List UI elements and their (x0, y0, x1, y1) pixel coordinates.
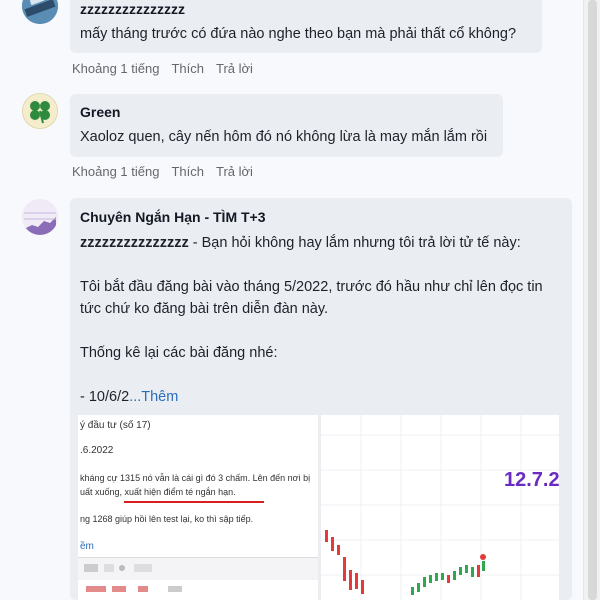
candle-red (349, 570, 352, 590)
candle-green (465, 565, 468, 573)
image-text: kháng cự 1315 nó vẫn là cái gì đó 3 chấm… (80, 473, 311, 483)
price-marker (480, 554, 486, 560)
image-text: ng 1268 giúp hồi lên test lại, ko thì sậ… (80, 514, 254, 524)
comment-text: Xaoloz quen, cây nến hôm đó nó không lừa… (80, 129, 488, 145)
post-text: - Bạn hỏi không hay lắm nhưng tôi trả lờ… (188, 235, 521, 251)
candle-red (337, 545, 340, 555)
comment-time: Khoảng 1 tiếng (72, 61, 160, 76)
mini-stats-row (78, 581, 318, 599)
candle-red (325, 530, 328, 542)
comment-actions: Khoảng 1 tiếng Thích Trả lời (72, 164, 265, 179)
candle-green (417, 583, 420, 592)
avatar-comment-3[interactable] (22, 199, 58, 235)
candle-red (361, 580, 364, 594)
candle-red (343, 557, 346, 581)
mentioned-user[interactable]: zzzzzzzzzzzzzzz (80, 235, 189, 251)
post-line-2: Tôi bắt đầu đăng bài vào tháng 5/2022, t… (80, 279, 543, 295)
avatar-comment-1[interactable] (22, 0, 58, 24)
candle-green (435, 573, 438, 581)
mini-toolbar (78, 557, 318, 580)
candle-green (429, 575, 432, 583)
reply-button[interactable]: Trả lời (216, 164, 253, 179)
scrollbar-thumb[interactable] (588, 0, 597, 600)
red-underline (124, 501, 264, 503)
candle-green (441, 573, 444, 580)
candle-red (447, 575, 450, 583)
mini-stats (86, 586, 182, 592)
image-link: ềm (80, 541, 94, 552)
candle-red (331, 537, 334, 551)
candle-green (471, 567, 474, 577)
comment-actions: Khoảng 1 tiếng Thích Trả lời (72, 61, 265, 76)
candle-green (482, 561, 485, 571)
image-text: uất xuống, xuất hiện điểm té ngắn hạn. (80, 487, 236, 497)
image-text: uất xuống, (80, 487, 123, 497)
candle-green (459, 567, 462, 575)
candle-red (355, 573, 358, 589)
comment-text: mấy tháng trước có đứa nào nghe theo bạn… (80, 26, 517, 42)
comment-time: Khoảng 1 tiếng (72, 164, 160, 179)
chart-date-label: 12.7.2 (504, 469, 559, 491)
comment-author[interactable]: Green (80, 104, 120, 120)
post-line-4: Thống kê lại các bài đăng nhé: (80, 345, 278, 361)
candle-green (453, 571, 456, 580)
candle-red (477, 565, 480, 577)
post-text: - 10/6/2 (80, 389, 130, 405)
scrollbar-track[interactable] (583, 0, 600, 600)
candlestick-chart: 12.7.2 (321, 415, 559, 600)
chart-grid (321, 415, 559, 600)
like-button[interactable]: Thích (171, 61, 204, 76)
avatar-comment-2[interactable] (22, 93, 58, 129)
candle-green (411, 587, 414, 595)
chart-avatar-icon (22, 199, 58, 235)
post-line-3: tức chứ ko đăng bài trên diễn đàn này. (80, 301, 329, 317)
underlined-text: xuất hiện điểm té ngắn hạn. (122, 487, 236, 497)
clover-icon (24, 95, 56, 127)
avatar-photo-icon (22, 0, 58, 24)
image-text: .6.2022 (80, 445, 114, 456)
comment-bubble-2 (70, 94, 503, 157)
candle-green (423, 577, 426, 587)
post-line-1: zzzzzzzzzzzzzzz - Bạn hỏi không hay lắm … (80, 235, 521, 251)
image-text: ý đầu tư (số 17) (80, 420, 151, 431)
attached-image-right[interactable]: 12.7.2 (321, 415, 559, 600)
mini-toolbar-icons (84, 564, 152, 572)
see-more-link[interactable]: ...Thêm (129, 389, 178, 405)
comment-author[interactable]: zzzzzzzzzzzzzzz (80, 1, 185, 17)
post-line-5: - 10/6/2...Thêm (80, 389, 178, 405)
attached-image-left[interactable]: ý đầu tư (số 17) .6.2022 kháng cự 1315 n… (78, 415, 318, 600)
reply-button[interactable]: Trả lời (216, 61, 253, 76)
like-button[interactable]: Thích (171, 164, 204, 179)
post-author[interactable]: Chuyên Ngắn Hạn - TÌM T+3 (80, 209, 266, 225)
